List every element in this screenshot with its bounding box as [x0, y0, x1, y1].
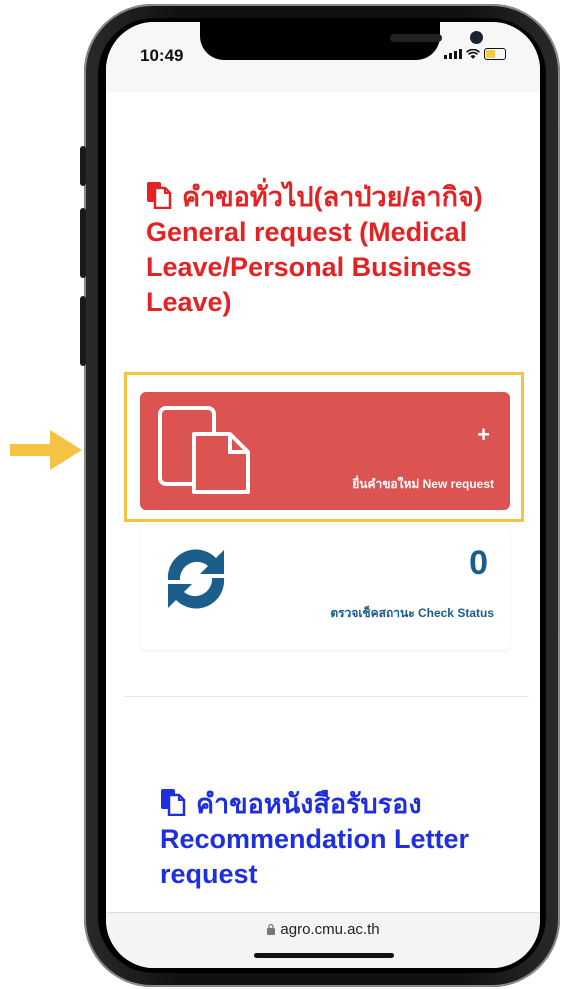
phone-screen: 10:49 คำขอทั่วไป(ลาป่วย/ลากิจ) General r… — [106, 22, 540, 968]
status-count: 0 — [469, 544, 488, 582]
general-request-heading: คำขอทั่วไป(ลาป่วย/ลากิจ) General request… — [146, 180, 506, 320]
status-time: 10:49 — [140, 46, 184, 65]
signal-icon — [444, 49, 462, 59]
document-copy-icon — [147, 182, 172, 209]
volume-up-button — [80, 208, 86, 278]
status-icons — [444, 48, 506, 60]
home-indicator[interactable] — [254, 953, 394, 958]
divider — [124, 696, 529, 697]
check-status-card[interactable]: 0 ตรวจเช็คสถานะ Check Status — [140, 528, 510, 650]
camera — [470, 31, 483, 44]
speaker — [390, 34, 442, 42]
status-bar: 10:49 — [106, 22, 540, 92]
check-status-label: ตรวจเช็คสถานะ Check Status — [330, 606, 494, 620]
recommendation-letter-heading: คำขอหนังสือรับรอง Recommendation Letter … — [160, 787, 520, 892]
new-request-label: ยื่นคำขอใหม่ New request — [352, 477, 494, 491]
volume-down-button — [80, 296, 86, 366]
mute-switch — [80, 146, 86, 186]
url-text: agro.cmu.ac.th — [280, 921, 380, 938]
plus-icon: + — [477, 422, 490, 447]
recommendation-letter-title: คำขอหนังสือรับรอง Recommendation Letter … — [160, 789, 470, 889]
sync-icon — [167, 549, 225, 609]
lock-icon — [267, 923, 276, 935]
pointer-arrow-icon — [10, 430, 82, 470]
battery-icon — [484, 48, 506, 60]
browser-address-bar[interactable]: agro.cmu.ac.th — [106, 912, 540, 968]
document-copy-icon — [161, 789, 186, 816]
notch — [200, 22, 483, 60]
wifi-icon — [466, 48, 480, 59]
general-request-title: คำขอทั่วไป(ลาป่วย/ลากิจ) General request… — [146, 182, 483, 317]
page-content: คำขอทั่วไป(ลาป่วย/ลากิจ) General request… — [106, 92, 540, 912]
new-request-button[interactable]: + ยื่นคำขอใหม่ New request — [140, 392, 510, 510]
url-display[interactable]: agro.cmu.ac.th — [106, 921, 540, 938]
document-copy-icon — [158, 406, 250, 494]
